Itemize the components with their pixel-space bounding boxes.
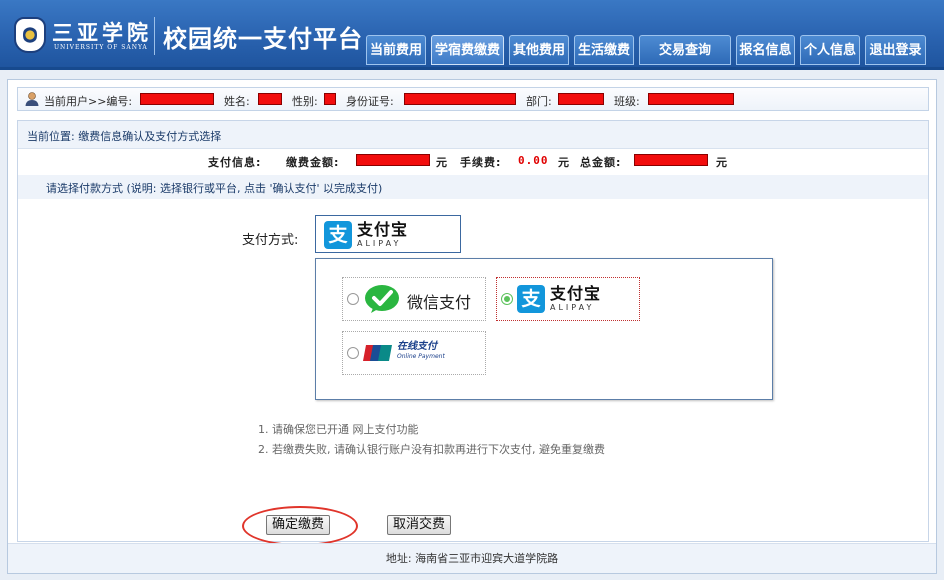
department-label: 部门: (526, 95, 552, 108)
note-2: 2. 若缴费失败, 请确认银行账户没有扣款再进行下次支付, 避免重复缴费 (258, 443, 605, 456)
unionpay-name-cn: 在线支付 (397, 341, 437, 352)
header: 三亚学院 UNIVERSITY OF SANYA 校园统一支付平台 当前费用 学… (0, 0, 944, 70)
unionpay-name-en: Online Payment (397, 353, 445, 360)
redacted-class (648, 93, 734, 105)
payment-method-hint: 请选择付款方式 (说明: 选择银行或平台, 点击 '确认支付' 以完成支付) (18, 175, 928, 199)
alipay-option-icon: 支 (517, 285, 545, 313)
nav-transaction-query[interactable]: 交易查询 (639, 35, 731, 65)
wechat-pay-option[interactable]: 微信支付 (342, 277, 486, 321)
fee-unit: 元 (558, 156, 570, 169)
wechat-pay-icon (365, 285, 399, 313)
footer-address: 地址: 海南省三亚市迎宾大道学院路 (8, 543, 936, 573)
nav-living-payment[interactable]: 生活缴费 (574, 35, 634, 65)
gender-label: 性别: (292, 95, 318, 108)
cancel-payment-button[interactable]: 取消交费 (387, 515, 452, 535)
amount-unit: 元 (436, 156, 448, 169)
current-user-label: 当前用户>>编号: (44, 95, 133, 108)
handling-fee-value: 0.00 (518, 154, 549, 167)
alipay-name-cn: 支付宝 (357, 220, 409, 239)
breadcrumb: 当前位置: 缴费信息确认及支付方式选择 (18, 121, 928, 149)
wechat-pay-radio[interactable] (347, 293, 359, 305)
redacted-name (258, 93, 282, 105)
confirm-payment-button[interactable]: 确定缴费 (266, 515, 331, 535)
main-nav: 当前费用 学宿费缴费 其他费用 生活缴费 交易查询 报名信息 个人信息 退出登录 (0, 35, 944, 65)
total-amount-label: 总金额: (580, 156, 622, 169)
user-info-bar: 当前用户>>编号: 姓名: 性别: 身份证号: 部门: 班级: (17, 87, 929, 111)
name-label: 姓名: (224, 95, 250, 108)
nav-current-fees[interactable]: 当前费用 (366, 35, 426, 65)
alipay-option[interactable]: 支 支付宝 ALIPAY (496, 277, 640, 321)
wechat-pay-label: 微信支付 (407, 293, 472, 312)
alipay-option-logo: 支 支付宝 ALIPAY (517, 285, 601, 313)
alipay-option-name-cn: 支付宝 (550, 284, 602, 303)
nav-other-fees[interactable]: 其他费用 (509, 35, 569, 65)
unionpay-radio[interactable] (347, 347, 359, 359)
alipay-option-name-en: ALIPAY (550, 303, 595, 312)
alipay-name-en: ALIPAY (357, 239, 402, 248)
redacted-gender (324, 93, 336, 105)
total-unit: 元 (716, 156, 728, 169)
nav-logout[interactable]: 退出登录 (865, 35, 926, 65)
payment-method-label: 支付方式: (242, 233, 299, 248)
nav-personal-info[interactable]: 个人信息 (800, 35, 860, 65)
redacted-id-number (404, 93, 516, 105)
note-1: 1. 请确保您已开通 网上支付功能 (258, 423, 419, 436)
nav-tuition-payment[interactable]: 学宿费缴费 (431, 35, 504, 65)
alipay-radio[interactable] (501, 293, 513, 305)
user-icon (25, 92, 39, 106)
main-content: 当前用户>>编号: 姓名: 性别: 身份证号: 部门: 班级: 当前位置: 缴费… (7, 79, 937, 574)
nav-registration-info[interactable]: 报名信息 (736, 35, 795, 65)
unionpay-icon (363, 345, 392, 361)
redacted-user-id (140, 93, 214, 105)
handling-fee-label: 手续费: (460, 156, 502, 169)
alipay-logo: 支 支付宝 ALIPAY (324, 221, 408, 249)
payment-panel: 当前位置: 缴费信息确认及支付方式选择 支付信息: 缴费金额: 元 手续费: 0… (17, 120, 929, 546)
selected-payment-display: 支 支付宝 ALIPAY (315, 215, 461, 253)
unionpay-option[interactable]: 在线支付 Online Payment (342, 331, 486, 375)
class-label: 班级: (614, 95, 640, 108)
id-number-label: 身份证号: (346, 95, 394, 108)
payment-info-label: 支付信息: (208, 156, 262, 169)
redacted-department (558, 93, 604, 105)
redacted-total-amount (634, 154, 708, 166)
payment-options-box: 微信支付 支 支付宝 ALIPAY 在线支付 Online Payment (315, 258, 773, 400)
alipay-icon: 支 (324, 221, 352, 249)
amount-label: 缴费金额: (286, 156, 340, 169)
redacted-amount (356, 154, 430, 166)
